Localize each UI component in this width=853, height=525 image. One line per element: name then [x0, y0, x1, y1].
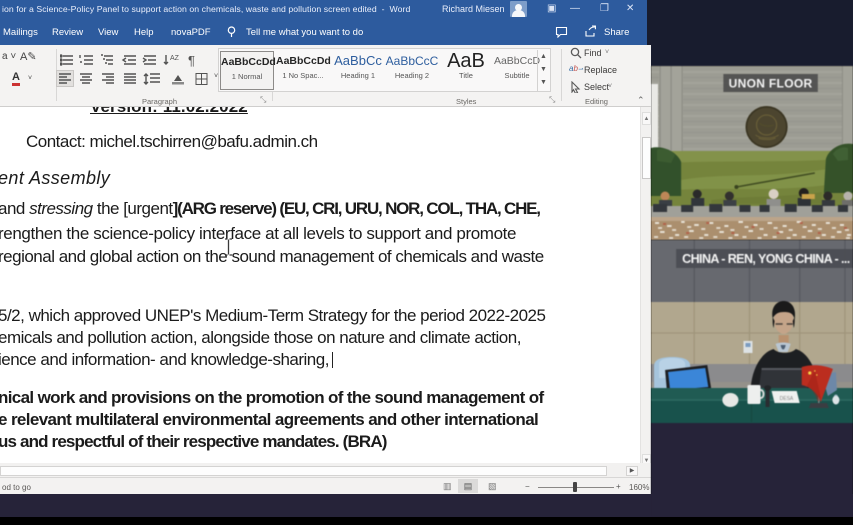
svg-text:CHINA - REN, YONG CHINA - ...: CHINA - REN, YONG CHINA - ... [682, 252, 850, 266]
svg-text:AZ: AZ [170, 55, 180, 62]
svg-text:DESA: DESA [780, 396, 794, 402]
svg-text:UNON FLOOR: UNON FLOOR [729, 77, 813, 91]
svg-text:¶: ¶ [188, 53, 195, 67]
